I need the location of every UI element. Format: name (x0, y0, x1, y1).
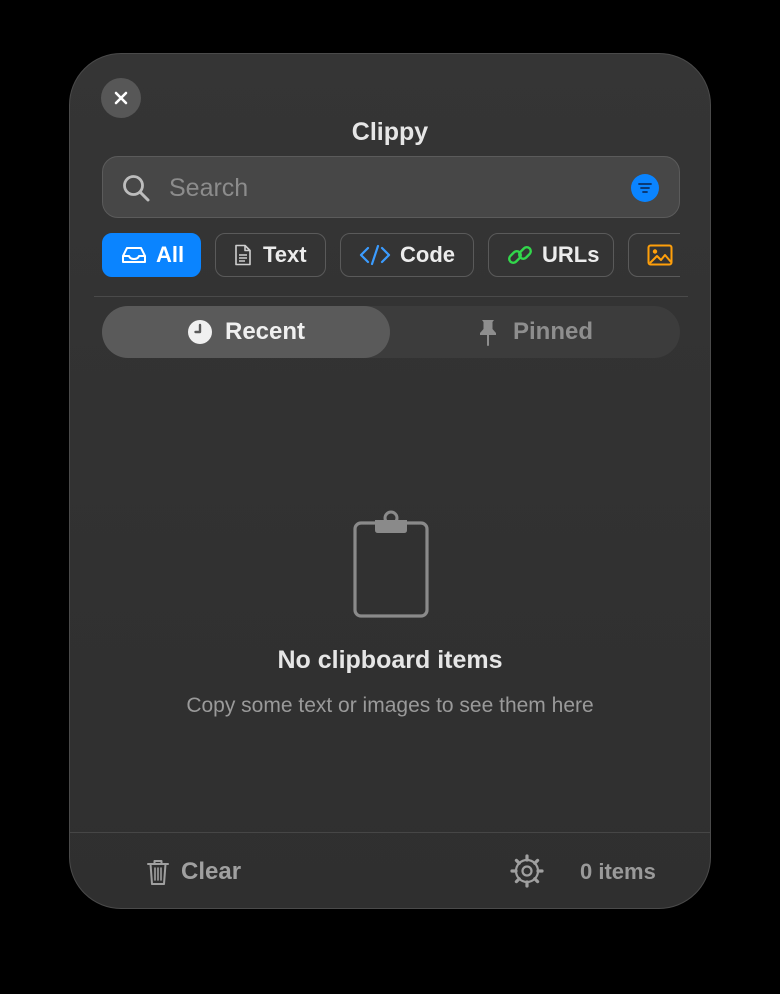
gear-icon[interactable] (510, 854, 544, 888)
filter-chip-images[interactable] (628, 233, 680, 277)
window-title: Clippy (351, 118, 429, 146)
filter-chip-label: URLs (542, 242, 600, 267)
tab-pinned-label: Pinned (512, 318, 593, 345)
tab-recent[interactable]: Recent (102, 306, 390, 358)
tab-recent-label: Recent (224, 318, 306, 345)
filter-button[interactable] (631, 174, 659, 202)
image-icon (647, 244, 673, 266)
filter-chip-all[interactable]: All (102, 233, 201, 277)
footer: Clear 0 items (70, 833, 710, 908)
item-count: 0 items (580, 859, 656, 884)
filter-chip-label: All (156, 242, 185, 267)
filter-chip-label: Text (263, 242, 307, 267)
empty-state-subtitle: Copy some text or images to see them her… (186, 694, 594, 717)
document-icon (235, 244, 251, 266)
clipboard-icon (353, 510, 429, 618)
divider (94, 296, 688, 297)
search-bar (102, 156, 680, 218)
clear-button[interactable]: Clear (146, 853, 241, 891)
view-segmented-control: Recent Pinned (102, 306, 680, 358)
tab-pinned[interactable]: Pinned (390, 306, 680, 358)
tray-icon (122, 247, 146, 263)
close-button[interactable] (101, 78, 141, 118)
clear-label: Clear (181, 858, 242, 885)
clock-icon (187, 320, 212, 344)
filter-chip-label: Code (400, 242, 455, 267)
filter-chip-urls[interactable]: URLs (488, 233, 614, 277)
clippy-window: Clippy All Text (69, 53, 711, 909)
filter-chip-code[interactable]: Code (340, 233, 474, 277)
search-icon (123, 175, 150, 202)
link-icon (508, 246, 532, 264)
filter-icon (638, 183, 652, 193)
filter-chips: All Text Code URLs (102, 233, 680, 279)
code-icon (359, 244, 391, 266)
pin-icon (479, 320, 496, 346)
filter-chip-text[interactable]: Text (215, 233, 326, 277)
trash-icon (147, 860, 169, 885)
close-icon (114, 91, 128, 105)
empty-state-title: No clipboard items (277, 646, 503, 674)
search-input[interactable] (167, 167, 611, 209)
